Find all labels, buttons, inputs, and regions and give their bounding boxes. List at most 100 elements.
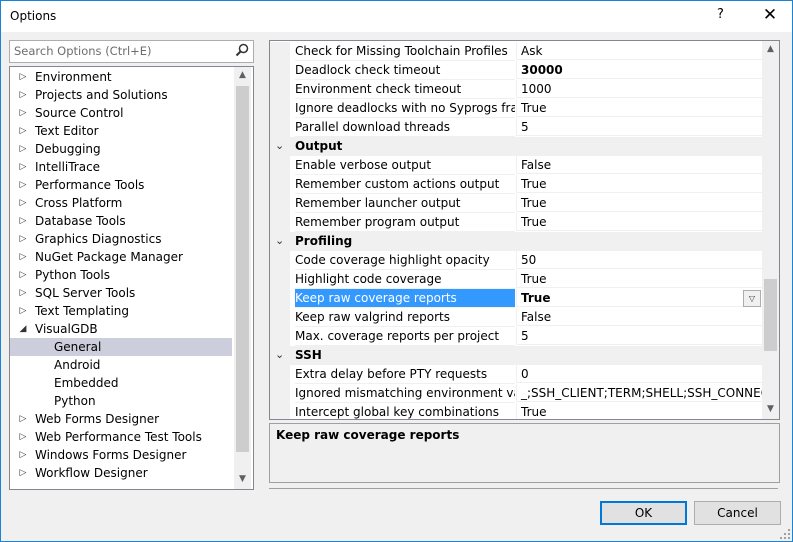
property-row[interactable]: Deadlock check timeout 30000: [270, 61, 762, 80]
collapsed-arrow-icon[interactable]: ▷: [18, 302, 28, 320]
property-name[interactable]: Intercept global key combinations: [295, 403, 515, 419]
property-name[interactable]: Parallel download threads: [295, 118, 515, 137]
property-row[interactable]: Max. coverage reports per project 5: [270, 327, 762, 346]
property-value[interactable]: True: [516, 194, 762, 212]
property-row[interactable]: Remember custom actions output True: [270, 175, 762, 194]
collapsed-arrow-icon[interactable]: ▷: [18, 446, 28, 464]
chevron-down-icon[interactable]: ⌄: [275, 348, 284, 361]
chevron-down-icon[interactable]: ⌄: [275, 234, 284, 247]
tree-item[interactable]: ▷ Graphics Diagnostics: [10, 230, 232, 248]
property-name[interactable]: Remember custom actions output: [295, 175, 515, 194]
property-name[interactable]: Keep raw coverage reports: [295, 289, 515, 308]
collapsed-arrow-icon[interactable]: ▷: [18, 428, 28, 446]
property-name[interactable]: Remember launcher output: [295, 194, 515, 213]
category-row[interactable]: ⌄ Profiling: [270, 232, 762, 251]
tree-item[interactable]: ▷ Python Tools: [10, 266, 232, 284]
collapsed-arrow-icon[interactable]: ▷: [18, 464, 28, 482]
tree-scrollbar[interactable]: ▲ ▼: [234, 67, 251, 489]
property-row[interactable]: Ignore deadlocks with no Syprogs framesT…: [270, 99, 762, 118]
grid-scroll-thumb[interactable]: [764, 279, 777, 351]
property-value[interactable]: _;SSH_CLIENT;TERM;SHELL;SSH_CONNECTION: [516, 384, 762, 402]
property-value[interactable]: True: [516, 175, 762, 193]
property-name[interactable]: Max. coverage reports per project: [295, 327, 515, 346]
collapsed-arrow-icon[interactable]: ▷: [18, 212, 28, 230]
collapsed-arrow-icon[interactable]: ▷: [18, 248, 28, 266]
collapsed-arrow-icon[interactable]: ▷: [18, 122, 28, 140]
property-value[interactable]: False: [516, 308, 762, 326]
cancel-button[interactable]: Cancel: [694, 501, 781, 525]
property-name[interactable]: Enable verbose output: [295, 156, 515, 175]
category-row[interactable]: ⌄ Output: [270, 137, 762, 156]
help-button[interactable]: ?: [717, 7, 724, 22]
property-row[interactable]: Environment check timeout 1000: [270, 80, 762, 99]
tree-item[interactable]: Android: [10, 356, 232, 374]
property-name[interactable]: Code coverage highlight opacity: [295, 251, 515, 270]
property-row[interactable]: Extra delay before PTY requests 0: [270, 365, 762, 384]
property-value[interactable]: 5: [516, 118, 762, 136]
property-row[interactable]: Parallel download threads 5: [270, 118, 762, 137]
collapsed-arrow-icon[interactable]: ▷: [18, 158, 28, 176]
scroll-down-icon[interactable]: ▼: [762, 401, 779, 418]
tree-item[interactable]: ▷ SQL Server Tools: [10, 284, 232, 302]
category-row[interactable]: ⌄ SSH: [270, 346, 762, 365]
tree-item[interactable]: ▷ Workflow Designer: [10, 464, 232, 482]
tree-item[interactable]: ▷ Text Templating: [10, 302, 232, 320]
close-button[interactable]: ✕: [759, 4, 781, 26]
property-value[interactable]: 0: [516, 365, 762, 383]
tree-item[interactable]: Embedded: [10, 374, 232, 392]
tree-item[interactable]: ▷ Source Control: [10, 104, 232, 122]
chevron-down-icon[interactable]: ⌄: [275, 139, 284, 152]
property-row[interactable]: Check for Missing Toolchain Profiles Ask: [270, 42, 762, 61]
property-value[interactable]: True: [516, 403, 762, 419]
property-value[interactable]: Ask: [516, 42, 762, 60]
scroll-up-icon[interactable]: ▲: [234, 67, 251, 84]
property-row[interactable]: Highlight code coverage True: [270, 270, 762, 289]
collapsed-arrow-icon[interactable]: ▷: [18, 68, 28, 86]
property-row[interactable]: Intercept global key combinations True: [270, 403, 762, 419]
tree-item[interactable]: ▷ Projects and Solutions: [10, 86, 232, 104]
property-value[interactable]: False: [516, 156, 762, 174]
search-input[interactable]: Search Options (Ctrl+E): [9, 40, 254, 63]
tree-item[interactable]: ◢ VisualGDB: [10, 320, 232, 338]
collapsed-arrow-icon[interactable]: ▷: [18, 194, 28, 212]
tree-item[interactable]: ▷ Database Tools: [10, 212, 232, 230]
collapsed-arrow-icon[interactable]: ▷: [18, 266, 28, 284]
tree-item[interactable]: Python: [10, 392, 232, 410]
tree-item[interactable]: ▷ Web Performance Test Tools: [10, 428, 232, 446]
property-name[interactable]: Deadlock check timeout: [295, 61, 515, 80]
property-row[interactable]: Remember launcher output True: [270, 194, 762, 213]
property-value[interactable]: True: [516, 99, 762, 117]
property-name[interactable]: Remember program output: [295, 213, 515, 232]
property-name[interactable]: Environment check timeout: [295, 80, 515, 99]
property-name[interactable]: Keep raw valgrind reports: [295, 308, 515, 327]
collapsed-arrow-icon[interactable]: ▷: [18, 410, 28, 428]
property-name[interactable]: Check for Missing Toolchain Profiles: [295, 42, 515, 61]
ok-button[interactable]: OK: [600, 501, 687, 525]
expanded-arrow-icon[interactable]: ◢: [18, 320, 28, 338]
tree-item[interactable]: ▷ Text Editor: [10, 122, 232, 140]
collapsed-arrow-icon[interactable]: ▷: [18, 104, 28, 122]
property-value[interactable]: 30000: [516, 61, 762, 79]
resize-grip-icon[interactable]: [780, 529, 790, 539]
tree-item[interactable]: General: [10, 338, 232, 356]
tree-item[interactable]: ▷ Cross Platform: [10, 194, 232, 212]
property-value[interactable]: True: [516, 289, 762, 307]
property-name[interactable]: Extra delay before PTY requests: [295, 365, 515, 384]
dropdown-button[interactable]: ▽: [743, 290, 761, 307]
property-name[interactable]: Highlight code coverage: [295, 270, 515, 289]
collapsed-arrow-icon[interactable]: ▷: [18, 230, 28, 248]
property-row[interactable]: Ignored mismatching environment vars _;SS…: [270, 384, 762, 403]
property-value[interactable]: True: [516, 270, 762, 288]
property-name[interactable]: Ignored mismatching environment vars: [295, 384, 515, 403]
collapsed-arrow-icon[interactable]: ▷: [18, 176, 28, 194]
property-value[interactable]: 1000: [516, 80, 762, 98]
tree-item[interactable]: ▷ Performance Tools: [10, 176, 232, 194]
property-row[interactable]: Keep raw valgrind reports False: [270, 308, 762, 327]
property-value[interactable]: 50: [516, 251, 762, 269]
tree-scroll-thumb[interactable]: [236, 86, 249, 452]
scroll-up-icon[interactable]: ▲: [762, 41, 779, 58]
scroll-down-icon[interactable]: ▼: [234, 471, 251, 488]
property-row[interactable]: Enable verbose output False: [270, 156, 762, 175]
property-grid[interactable]: Intercept global key combinations True Ign…: [269, 40, 780, 420]
collapsed-arrow-icon[interactable]: ▷: [18, 140, 28, 158]
